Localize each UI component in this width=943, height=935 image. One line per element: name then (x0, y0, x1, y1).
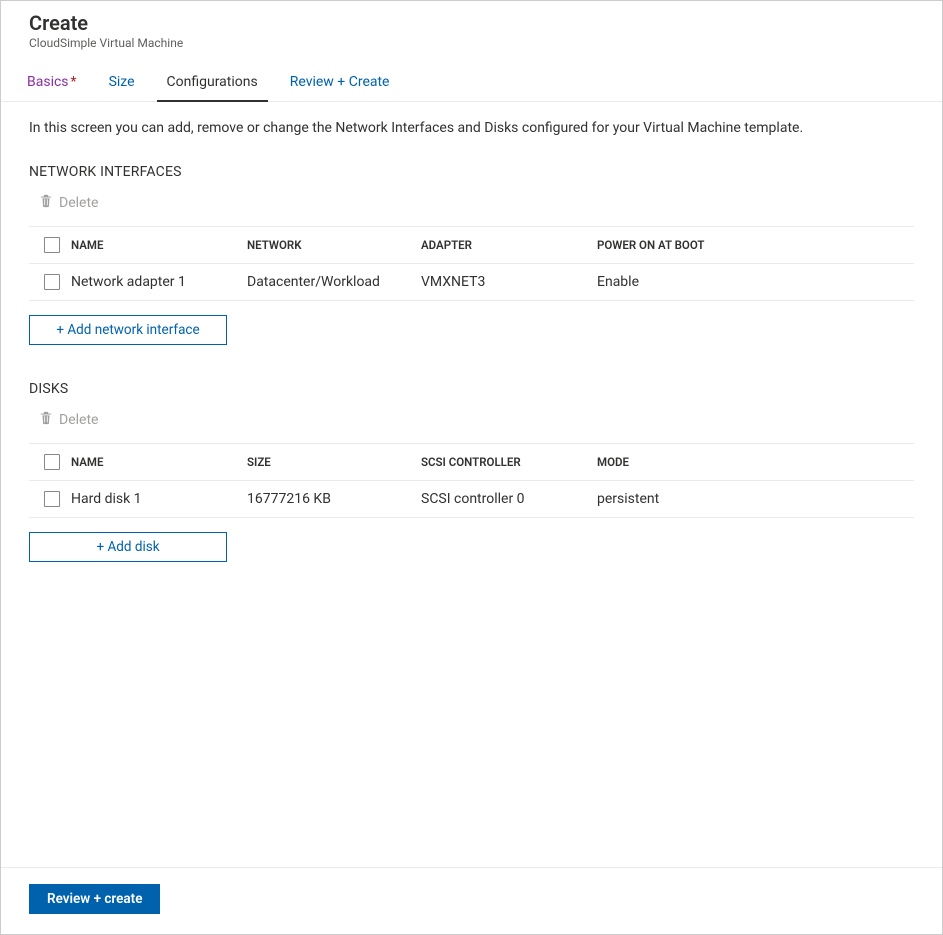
network-header-power: Power on at boot (597, 238, 910, 252)
table-row[interactable]: Network adapter 1 Datacenter/Workload VM… (29, 264, 914, 301)
network-row-name: Network adapter 1 (71, 274, 247, 290)
tab-configurations-label: Configurations (167, 74, 258, 90)
content-area: In this screen you can add, remove or ch… (1, 102, 942, 867)
page-description: In this screen you can add, remove or ch… (29, 120, 914, 136)
tabs-bar: Basics* Size Configurations Review + Cre… (1, 66, 942, 102)
network-header-adapter: Adapter (421, 238, 597, 252)
disks-toolbar: Delete (29, 411, 914, 429)
tab-review[interactable]: Review + Create (280, 66, 400, 102)
page-title: Create (29, 11, 914, 35)
disks-header-size: Size (247, 455, 421, 469)
review-create-button[interactable]: Review + create (29, 884, 160, 914)
disks-row-name: Hard disk 1 (71, 491, 247, 507)
trash-icon (39, 194, 53, 212)
disks-header-name: Name (71, 455, 247, 469)
table-row[interactable]: Hard disk 1 16777216 KB SCSI controller … (29, 481, 914, 518)
tab-configurations[interactable]: Configurations (157, 66, 268, 102)
disks-table-header: Name Size SCSI Controller Mode (29, 444, 914, 481)
network-toolbar: Delete (29, 194, 914, 212)
network-section-title: NETWORK INTERFACES (29, 164, 914, 180)
page-header: Create CloudSimple Virtual Machine (1, 1, 942, 56)
disks-row-scsi: SCSI controller 0 (421, 491, 597, 507)
network-section: NETWORK INTERFACES Delete Name Network A… (29, 164, 914, 345)
disks-header-mode: Mode (597, 455, 910, 469)
footer-bar: Review + create (1, 867, 942, 934)
add-network-interface-button[interactable]: + Add network interface (29, 315, 227, 345)
disks-section: DISKS Delete Name Size SCSI Controller M… (29, 381, 914, 562)
disks-row-mode: persistent (597, 491, 910, 507)
network-row-checkbox[interactable] (44, 274, 60, 290)
page-subtitle: CloudSimple Virtual Machine (29, 36, 914, 50)
network-row-power: Enable (597, 274, 910, 290)
network-header-network: Network (247, 238, 421, 252)
disks-checkbox-all[interactable] (44, 454, 60, 470)
disks-table: Name Size SCSI Controller Mode Hard disk… (29, 443, 914, 518)
network-checkbox-all[interactable] (44, 237, 60, 253)
disks-section-title: DISKS (29, 381, 914, 397)
network-table: Name Network Adapter Power on at boot Ne… (29, 226, 914, 301)
trash-icon (39, 411, 53, 429)
network-row-network: Datacenter/Workload (247, 274, 421, 290)
tab-basics[interactable]: Basics* (17, 66, 87, 102)
add-disk-button[interactable]: + Add disk (29, 532, 227, 562)
tab-basics-label: Basics (27, 74, 69, 90)
tab-review-label: Review + Create (290, 74, 390, 90)
network-delete-button[interactable]: Delete (59, 195, 98, 211)
disks-row-size: 16777216 KB (247, 491, 421, 507)
disks-row-checkbox[interactable] (44, 491, 60, 507)
network-table-header: Name Network Adapter Power on at boot (29, 227, 914, 264)
required-indicator: * (71, 74, 77, 90)
disks-header-scsi: SCSI Controller (421, 455, 597, 469)
network-header-name: Name (71, 238, 247, 252)
tab-size[interactable]: Size (99, 66, 145, 102)
tab-size-label: Size (109, 74, 135, 90)
disks-delete-button[interactable]: Delete (59, 412, 98, 428)
network-row-adapter: VMXNET3 (421, 274, 597, 290)
